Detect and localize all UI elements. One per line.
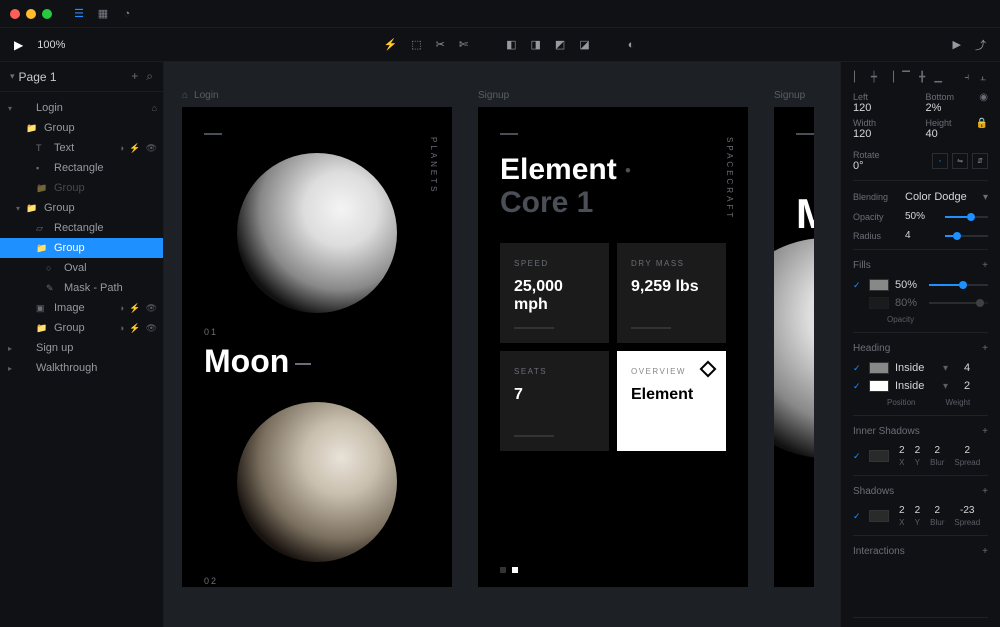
titlebar: ☰ ▦ ◔ [0, 0, 1000, 28]
artboard-signup-2[interactable]: Signup M [774, 90, 814, 587]
stat-card: SEATS7 [500, 351, 609, 451]
zoom-level[interactable]: 100% [37, 39, 65, 51]
search-icon[interactable]: ⌕ [146, 69, 153, 84]
intersect-icon[interactable]: ◩ [555, 38, 565, 51]
align-bottom-icon[interactable]: ▁ [933, 72, 943, 82]
stat-card: OVERVIEWElement [617, 351, 726, 451]
play-icon[interactable]: ▶ [953, 38, 961, 51]
opacity-slider[interactable]: 50% [905, 211, 988, 222]
layer-item[interactable]: 📁Group [0, 238, 163, 258]
origin-icon[interactable]: ◦ [932, 153, 948, 169]
moon-image [237, 153, 397, 313]
height-input[interactable]: 40 [926, 128, 952, 140]
fill-row[interactable]: 80% [853, 297, 988, 309]
close-window-icon[interactable] [10, 9, 20, 19]
distribute-v-icon[interactable]: ⫠ [978, 72, 988, 82]
bottom-input[interactable]: 2% [926, 102, 955, 114]
shadow-row[interactable]: ✓ 2X 2Y 2Blur -23Spread [853, 505, 988, 527]
layer-item[interactable]: ▾📁Group [0, 198, 163, 218]
distribute-h-icon[interactable]: ⫞ [962, 72, 972, 82]
element-title: Element • Core 1 [500, 153, 726, 219]
layer-item[interactable]: 📁Group [0, 178, 163, 198]
lock-icon[interactable]: 🔒 [976, 118, 988, 140]
data-icon[interactable]: ◔ [120, 7, 134, 21]
heading-row[interactable]: ✓Inside▾2 [853, 380, 988, 392]
inspector-panel: ▏ ┿ ▕ ▔ ╋ ▁ ⫞ ⫠ Left120 Bottom2%◉ Width1… [840, 62, 1000, 627]
add-shadow-icon[interactable]: + [982, 486, 988, 497]
align-right-icon[interactable]: ▕ [885, 72, 895, 82]
scissors-icon[interactable]: ✄ [459, 38, 468, 51]
pager[interactable] [500, 567, 518, 573]
stat-card: SPEED25,000 mph [500, 243, 609, 343]
layer-item[interactable]: 📁Group [0, 118, 163, 138]
mars-image [237, 402, 397, 562]
union-icon[interactable]: ◧ [506, 38, 516, 51]
radius-slider[interactable]: 4 [905, 230, 988, 241]
rotate-input[interactable]: 0° [853, 160, 897, 172]
flip-v-icon[interactable]: ⇵ [972, 153, 988, 169]
align-center-h-icon[interactable]: ┿ [869, 72, 879, 82]
add-interaction-icon[interactable]: + [982, 546, 988, 557]
toolbar: ▶ 100% ⚡ ⬚ ✂ ✄ ◧ ◨ ◩ ◪ ◐ ▶ ⤴ [0, 28, 1000, 62]
subtract-icon[interactable]: ◨ [531, 38, 541, 51]
crop-icon[interactable]: ✂ [436, 38, 445, 51]
vertical-label: SPACECRAFT [725, 137, 734, 220]
add-inner-shadow-icon[interactable]: + [982, 426, 988, 437]
layer-item[interactable]: ▪Rectangle [0, 158, 163, 178]
difference-icon[interactable]: ◪ [579, 38, 589, 51]
layer-tree: ▾Login⌂📁GroupTText◑⚡👁▪Rectangle📁Group▾📁G… [0, 92, 163, 627]
canvas[interactable]: ⌂Login PLANETS 01 Moon 02 Mars Signup SP… [164, 62, 840, 627]
left-input[interactable]: 120 [853, 102, 916, 114]
layers-panel: ▾ Page 1 + ⌕ ▾Login⌂📁GroupTText◑⚡👁▪Recta… [0, 62, 164, 627]
page-name: Page 1 [19, 70, 57, 84]
add-page-icon[interactable]: + [131, 69, 138, 84]
maximize-window-icon[interactable] [42, 9, 52, 19]
add-fill-icon[interactable]: + [982, 260, 988, 271]
layer-item[interactable]: ▣Image◑⚡👁 [0, 298, 163, 318]
align-left-icon[interactable]: ▏ [853, 72, 863, 82]
add-heading-icon[interactable]: + [982, 343, 988, 354]
layer-item[interactable]: ○Oval [0, 258, 163, 278]
share-icon[interactable]: ⤴ [975, 37, 986, 53]
mask-icon[interactable]: ◐ [628, 39, 635, 51]
cube-icon[interactable]: ⬚ [411, 38, 421, 51]
layer-item[interactable]: TText◑⚡👁 [0, 138, 163, 158]
minimize-window-icon[interactable] [26, 9, 36, 19]
vertical-label: PLANETS [429, 137, 438, 194]
align-center-v-icon[interactable]: ╋ [917, 72, 927, 82]
layer-item[interactable]: ▱Rectangle [0, 218, 163, 238]
heading-row[interactable]: ✓Inside▾4 [853, 362, 988, 374]
align-top-icon[interactable]: ▔ [901, 72, 911, 82]
layer-item[interactable]: ▸Sign up [0, 338, 163, 358]
inner-shadow-row[interactable]: ✓ 2X 2Y 2Blur 2Spread [853, 445, 988, 467]
width-input[interactable]: 120 [853, 128, 916, 140]
stat-card: DRY MASS9,259 lbs [617, 243, 726, 343]
fill-row[interactable]: ✓50% [853, 279, 988, 291]
layer-item[interactable]: 📁Group◑⚡👁 [0, 318, 163, 338]
artboard-signup[interactable]: Signup SPACECRAFT Element • Core 1 SPEED… [478, 90, 748, 587]
layer-item[interactable]: ▸Walkthrough [0, 358, 163, 378]
layer-item[interactable]: ▾Login⌂ [0, 98, 163, 118]
layers-icon[interactable]: ☰ [72, 7, 86, 21]
planet-image [774, 238, 814, 458]
assets-icon[interactable]: ▦ [96, 7, 110, 21]
artboard-login[interactable]: ⌂Login PLANETS 01 Moon 02 Mars [182, 90, 452, 587]
home-icon: ⌂ [182, 90, 188, 101]
flip-h-icon[interactable]: ⇋ [952, 153, 968, 169]
select-tool-icon[interactable]: ▶ [14, 38, 23, 52]
bolt-icon[interactable]: ⚡ [384, 38, 398, 51]
blending-select[interactable]: Color Dodge [905, 191, 983, 203]
layer-item[interactable]: ✎Mask - Path [0, 278, 163, 298]
page-header[interactable]: ▾ Page 1 + ⌕ [0, 62, 163, 92]
pin-icon[interactable]: ◉ [979, 92, 988, 114]
